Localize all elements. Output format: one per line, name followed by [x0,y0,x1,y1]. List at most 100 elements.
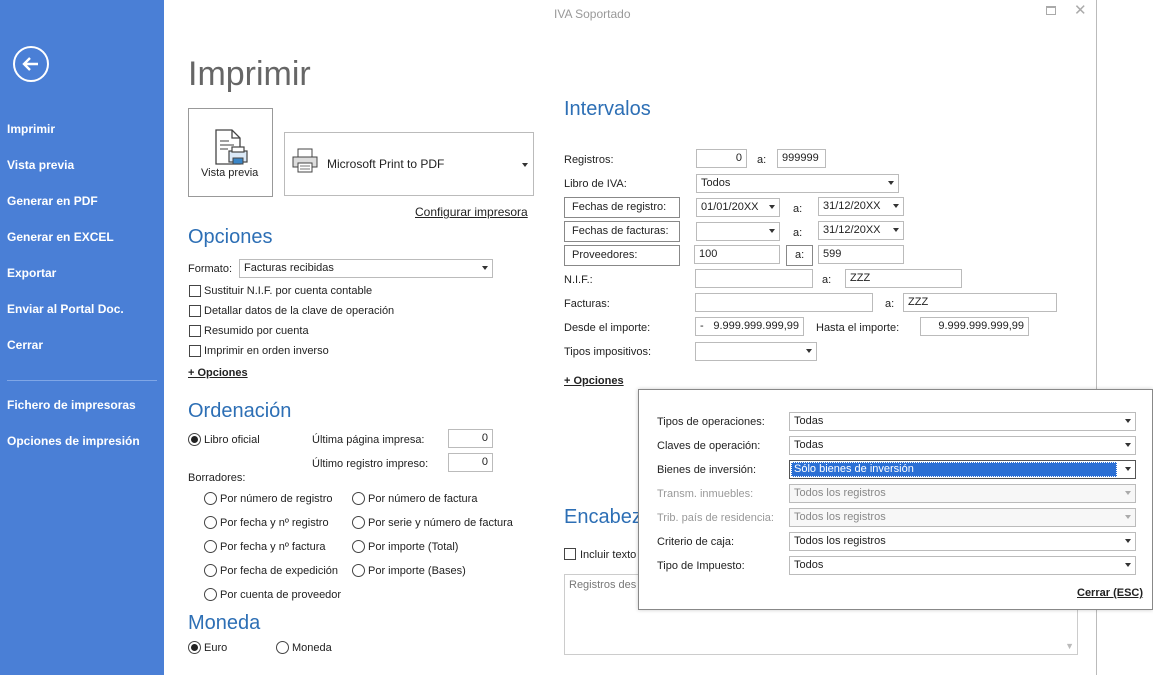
tipo-impuesto-select[interactable]: Todos [789,556,1136,575]
fechas-facturas-button[interactable]: Fechas de facturas: [564,221,680,242]
scroll-down-icon[interactable]: ▼ [1065,641,1074,651]
proveedores-to-input[interactable]: 599 [818,245,904,264]
tipos-impositivos-label: Tipos impositivos: [564,346,652,358]
chevron-down-icon [769,205,775,209]
popup-label: Tipos de operaciones: [657,416,765,428]
maximize-icon[interactable] [1046,6,1056,15]
chevron-down-icon [1125,491,1131,495]
preview-document-icon [215,129,248,165]
fecha-registro-to[interactable]: 31/12/20XX [818,197,904,216]
radio-fecha-expedicion[interactable] [204,564,217,577]
popup-value: Todos los registros [794,535,886,547]
checkbox-resumido[interactable] [189,325,201,337]
window-border [1096,0,1097,389]
configure-printer-link[interactable]: Configurar impresora [415,205,528,219]
printer-select[interactable]: Microsoft Print to PDF [284,132,534,196]
popup-label: Claves de operación: [657,440,761,452]
intervalos-more-link[interactable]: + Opciones [564,375,624,387]
nif-to-input[interactable]: ZZZ [845,269,962,288]
intervalos-heading: Intervalos [564,98,651,120]
desde-importe-label: Desde el importe: [564,322,651,334]
fechas-registro-button[interactable]: Fechas de registro: [564,197,680,218]
chevron-down-icon [522,163,528,167]
checkbox-sustituir-nif[interactable] [189,285,201,297]
radio-libro-oficial[interactable] [188,433,201,446]
radio-label: Por cuenta de proveedor [220,589,342,601]
nif-label: N.I.F.: [564,274,593,286]
registros-from-input[interactable]: 0 [696,149,747,168]
opciones-more-link[interactable]: + Opciones [188,367,248,379]
chevron-down-icon [888,181,894,185]
sidebar-item-exportar[interactable]: Exportar [7,266,56,280]
radio-num-factura[interactable] [352,492,365,505]
fecha-registro-to-value: 31/12/20XX [823,200,881,212]
radio-fecha-factura[interactable] [204,540,217,553]
preview-button[interactable]: Vista previa [188,108,273,197]
tipos-operaciones-select[interactable]: Todas [789,412,1136,431]
radio-importe-total[interactable] [352,540,365,553]
facturas-to-input[interactable]: ZZZ [903,293,1057,312]
popup-value: Todos [794,559,824,571]
proveedores-button[interactable]: Proveedores: [564,245,680,266]
chevron-down-icon [482,266,488,270]
desde-importe-input[interactable]: - 9.999.999.999,99 [695,317,804,336]
a-button[interactable]: a: [786,245,813,266]
criterio-caja-select[interactable]: Todos los registros [789,532,1136,551]
radio-fecha-registro[interactable] [204,516,217,529]
radio-cuenta-proveedor[interactable] [204,588,217,601]
bienes-inversion-select[interactable]: Sólo bienes de inversión [789,460,1136,479]
popup-value: Todas [794,415,824,427]
radio-euro[interactable] [188,641,201,654]
claves-operacion-select[interactable]: Todas [789,436,1136,455]
checkbox-incluir-texto[interactable] [564,548,576,560]
radio-label: Por importe (Bases) [368,565,466,577]
hasta-importe-input[interactable]: 9.999.999.999,99 [920,317,1029,336]
radio-importe-bases[interactable] [352,564,365,577]
close-icon[interactable]: ✕ [1074,1,1087,19]
nif-from-input[interactable] [695,269,813,288]
a-label: a: [793,227,803,239]
sidebar-item-portal-doc[interactable]: Enviar al Portal Doc. [7,302,124,316]
a-label: a: [757,154,767,166]
radio-moneda[interactable] [276,641,289,654]
registros-to-input[interactable]: 999999 [777,149,826,168]
formato-select[interactable]: Facturas recibidas [239,259,493,278]
popup-value: Todos los registros [794,487,886,499]
popup-close-link[interactable]: Cerrar (ESC) [1077,587,1143,599]
sidebar-item-generar-excel[interactable]: Generar en EXCEL [7,230,114,244]
printer-name: Microsoft Print to PDF [327,157,445,171]
ultimo-registro-input[interactable]: 0 [448,453,493,472]
ultima-pagina-input[interactable]: 0 [448,429,493,448]
ordenacion-heading: Ordenación [188,400,292,422]
libro-iva-label: Libro de IVA: [564,178,627,190]
printer-icon [292,148,318,173]
fecha-registro-from[interactable]: 01/01/20XX [696,198,780,217]
proveedores-from-input[interactable]: 100 [694,245,780,264]
transm-inmuebles-select[interactable]: Todos los registros [789,484,1136,503]
libro-iva-select[interactable]: Todos [696,174,899,193]
a-label: a: [793,203,803,215]
sidebar-item-imprimir[interactable]: Imprimir [7,122,55,136]
checkbox-detallar-clave[interactable] [189,305,201,317]
popup-label: Trib. país de residencia: [657,512,774,524]
back-button[interactable] [13,46,49,82]
fecha-factura-to[interactable]: 31/12/20XX [818,221,904,240]
sidebar-item-generar-pdf[interactable]: Generar en PDF [7,194,98,208]
checkbox-label: Resumido por cuenta [204,325,309,337]
sidebar-item-opciones-impresion[interactable]: Opciones de impresión [7,434,140,448]
window-border-lower [1096,610,1097,675]
radio-num-registro[interactable] [204,492,217,505]
a-label: a: [885,298,895,310]
sidebar-item-fichero-impresoras[interactable]: Fichero de impresoras [7,398,136,412]
radio-label: Libro oficial [204,434,260,446]
sidebar-item-vista-previa[interactable]: Vista previa [7,158,74,172]
checkbox-orden-inverso[interactable] [189,345,201,357]
sidebar-item-cerrar[interactable]: Cerrar [7,338,43,352]
opciones-heading: Opciones [188,226,273,248]
facturas-from-input[interactable] [695,293,873,312]
radio-serie-numero[interactable] [352,516,365,529]
chevron-down-icon [1125,515,1131,519]
tipos-impositivos-select[interactable] [695,342,817,361]
fecha-factura-from[interactable] [696,222,780,241]
trib-pais-select[interactable]: Todos los registros [789,508,1136,527]
